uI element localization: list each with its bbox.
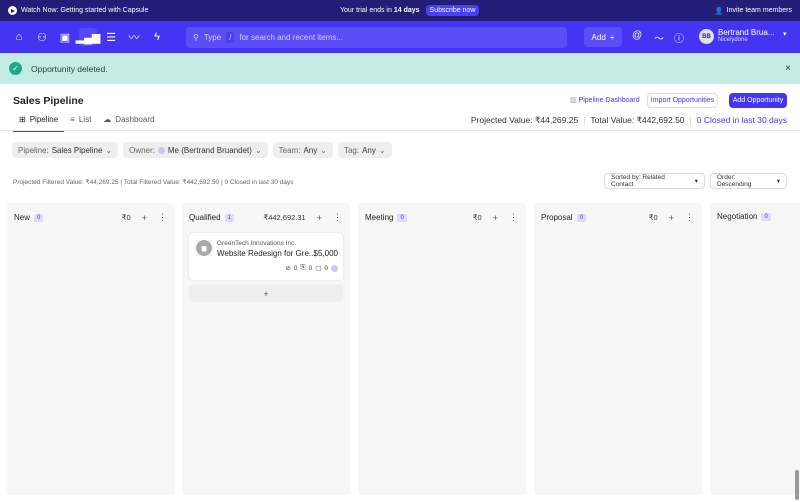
- import-opportunities-button[interactable]: Import Opportunities: [647, 93, 718, 108]
- contacts-icon[interactable]: ⚇: [33, 28, 51, 46]
- column-meeting: Meeting 0 ₹0 + ⋮: [358, 203, 526, 495]
- closed-link[interactable]: 0 Closed in last 30 days: [697, 115, 787, 126]
- filter-owner[interactable]: Owner: Me (Bertrand Bruandet) ⌄: [123, 142, 268, 158]
- list-icon: ≡: [70, 115, 75, 124]
- add-icon[interactable]: +: [317, 213, 322, 223]
- user-menu[interactable]: Bertrand Brua... Nicelydone: [718, 28, 774, 43]
- filter-team[interactable]: Team: Any ⌄: [272, 142, 333, 158]
- calendar-icon[interactable]: ▣: [56, 28, 74, 46]
- chevron-down-icon: ⌄: [254, 145, 262, 155]
- page-title: Sales Pipeline: [13, 95, 84, 107]
- opportunity-card[interactable]: ▆ GreenTech Innovations Inc. Website Red…: [189, 233, 343, 280]
- chevron-down-icon: ⌄: [378, 145, 386, 155]
- filter-tag[interactable]: Tag: Any ⌄: [337, 142, 392, 158]
- add-icon[interactable]: +: [493, 213, 498, 223]
- chart-icon: ▥: [570, 97, 579, 104]
- caret-down-icon: ▾: [694, 178, 698, 185]
- toast-notification: ✓ Opportunity deleted. ×: [0, 53, 800, 84]
- play-icon[interactable]: [8, 6, 17, 15]
- chevron-down-icon: ⌄: [320, 145, 327, 155]
- subscribe-button[interactable]: Subscribe now: [425, 5, 480, 16]
- add-icon[interactable]: +: [142, 213, 147, 223]
- more-icon[interactable]: ⋮: [685, 212, 694, 223]
- attachment-icon: ⎘: [300, 264, 306, 271]
- organization-icon: ▆: [196, 240, 212, 256]
- filter-pipeline[interactable]: Pipeline: Sales Pipeline ⌄: [12, 142, 119, 158]
- task-icon: ⊘: [285, 265, 291, 272]
- divider: [0, 130, 800, 131]
- pipeline-values: Projected Value: ₹44,269.25 | Total Value…: [470, 115, 787, 126]
- user-menu-chevron-icon[interactable]: ▾: [783, 30, 787, 38]
- search-input[interactable]: ⚲ Type / for search and recent items...: [186, 27, 567, 48]
- more-icon[interactable]: ⋮: [158, 212, 167, 223]
- search-icon: ⚲: [193, 33, 199, 42]
- workflows-icon[interactable]: ϟ: [148, 28, 166, 46]
- add-opportunity-button[interactable]: Add Opportunity: [729, 93, 787, 108]
- filters: Pipeline: Sales Pipeline ⌄ Owner: Me (Bertr…: [12, 142, 392, 158]
- feed-icon[interactable]: 〜: [654, 30, 664, 45]
- trial-text: Your trial ends in 14 days: [340, 7, 420, 14]
- column-proposal: Proposal 0 ₹0 + ⋮: [534, 203, 702, 495]
- add-button[interactable]: Add +: [584, 27, 622, 47]
- dashboard-icon: ☁: [103, 115, 112, 124]
- main-nav: ⌂ ⚇ ▣ ▂▄▆ ☰ 〰 ϟ ⚲ Type / for search and …: [0, 21, 800, 53]
- mentions-icon[interactable]: @: [632, 30, 642, 41]
- avatar: [157, 146, 165, 154]
- count-badge: 0: [397, 213, 407, 222]
- column-negotiation: Negotiation 0: [710, 203, 800, 495]
- reports-icon[interactable]: 〰: [125, 28, 143, 46]
- avatar[interactable]: BB: [699, 29, 714, 44]
- help-icon[interactable]: ⓘ: [674, 30, 684, 45]
- pipeline-icon[interactable]: ▂▄▆: [76, 28, 100, 46]
- add-opportunity-in-column-button[interactable]: +: [189, 285, 343, 302]
- count-badge: 1: [224, 213, 234, 222]
- plus-icon: +: [609, 32, 615, 42]
- scrollbar[interactable]: [795, 470, 799, 500]
- home-icon[interactable]: ⌂: [10, 28, 28, 46]
- projects-icon[interactable]: ☰: [102, 28, 120, 46]
- chevron-down-icon: ⌄: [105, 145, 113, 155]
- note-icon: ▢: [315, 265, 322, 272]
- sort-select[interactable]: Sorted by: Related Contact ▾: [604, 173, 705, 189]
- watch-now-link[interactable]: Watch Now: Getting started with Capsule: [21, 7, 148, 14]
- column-qualified: Qualified 1 ₹442,692.31 + ⋮ ▆ GreenTech Inno…: [182, 203, 350, 495]
- order-select[interactable]: Order: Descending ▾: [710, 173, 787, 189]
- close-icon[interactable]: ×: [785, 63, 791, 74]
- count-badge: 0: [576, 213, 586, 222]
- caret-down-icon: ▾: [776, 178, 780, 185]
- invite-team-button[interactable]: 👤 Invite team members: [715, 7, 792, 15]
- more-icon[interactable]: ⋮: [509, 212, 518, 223]
- count-badge: 0: [761, 212, 771, 221]
- avatar: [331, 264, 338, 272]
- count-badge: 0: [34, 213, 44, 222]
- column-new: New 0 ₹0 + ⋮: [7, 203, 175, 495]
- add-icon[interactable]: +: [669, 213, 674, 223]
- filtered-stats: Projected Filtered Value: ₹44,269.25 | T…: [13, 179, 294, 186]
- top-banner: Watch Now: Getting started with Capsule …: [0, 0, 800, 21]
- add-user-icon: 👤: [714, 7, 724, 15]
- more-icon[interactable]: ⋮: [333, 212, 342, 223]
- toast-message: Opportunity deleted.: [31, 63, 108, 74]
- pipeline-dashboard-link[interactable]: ▥ Pipeline Dashboard: [570, 96, 640, 104]
- board-icon: ⊞: [19, 115, 26, 124]
- check-icon: ✓: [9, 62, 22, 75]
